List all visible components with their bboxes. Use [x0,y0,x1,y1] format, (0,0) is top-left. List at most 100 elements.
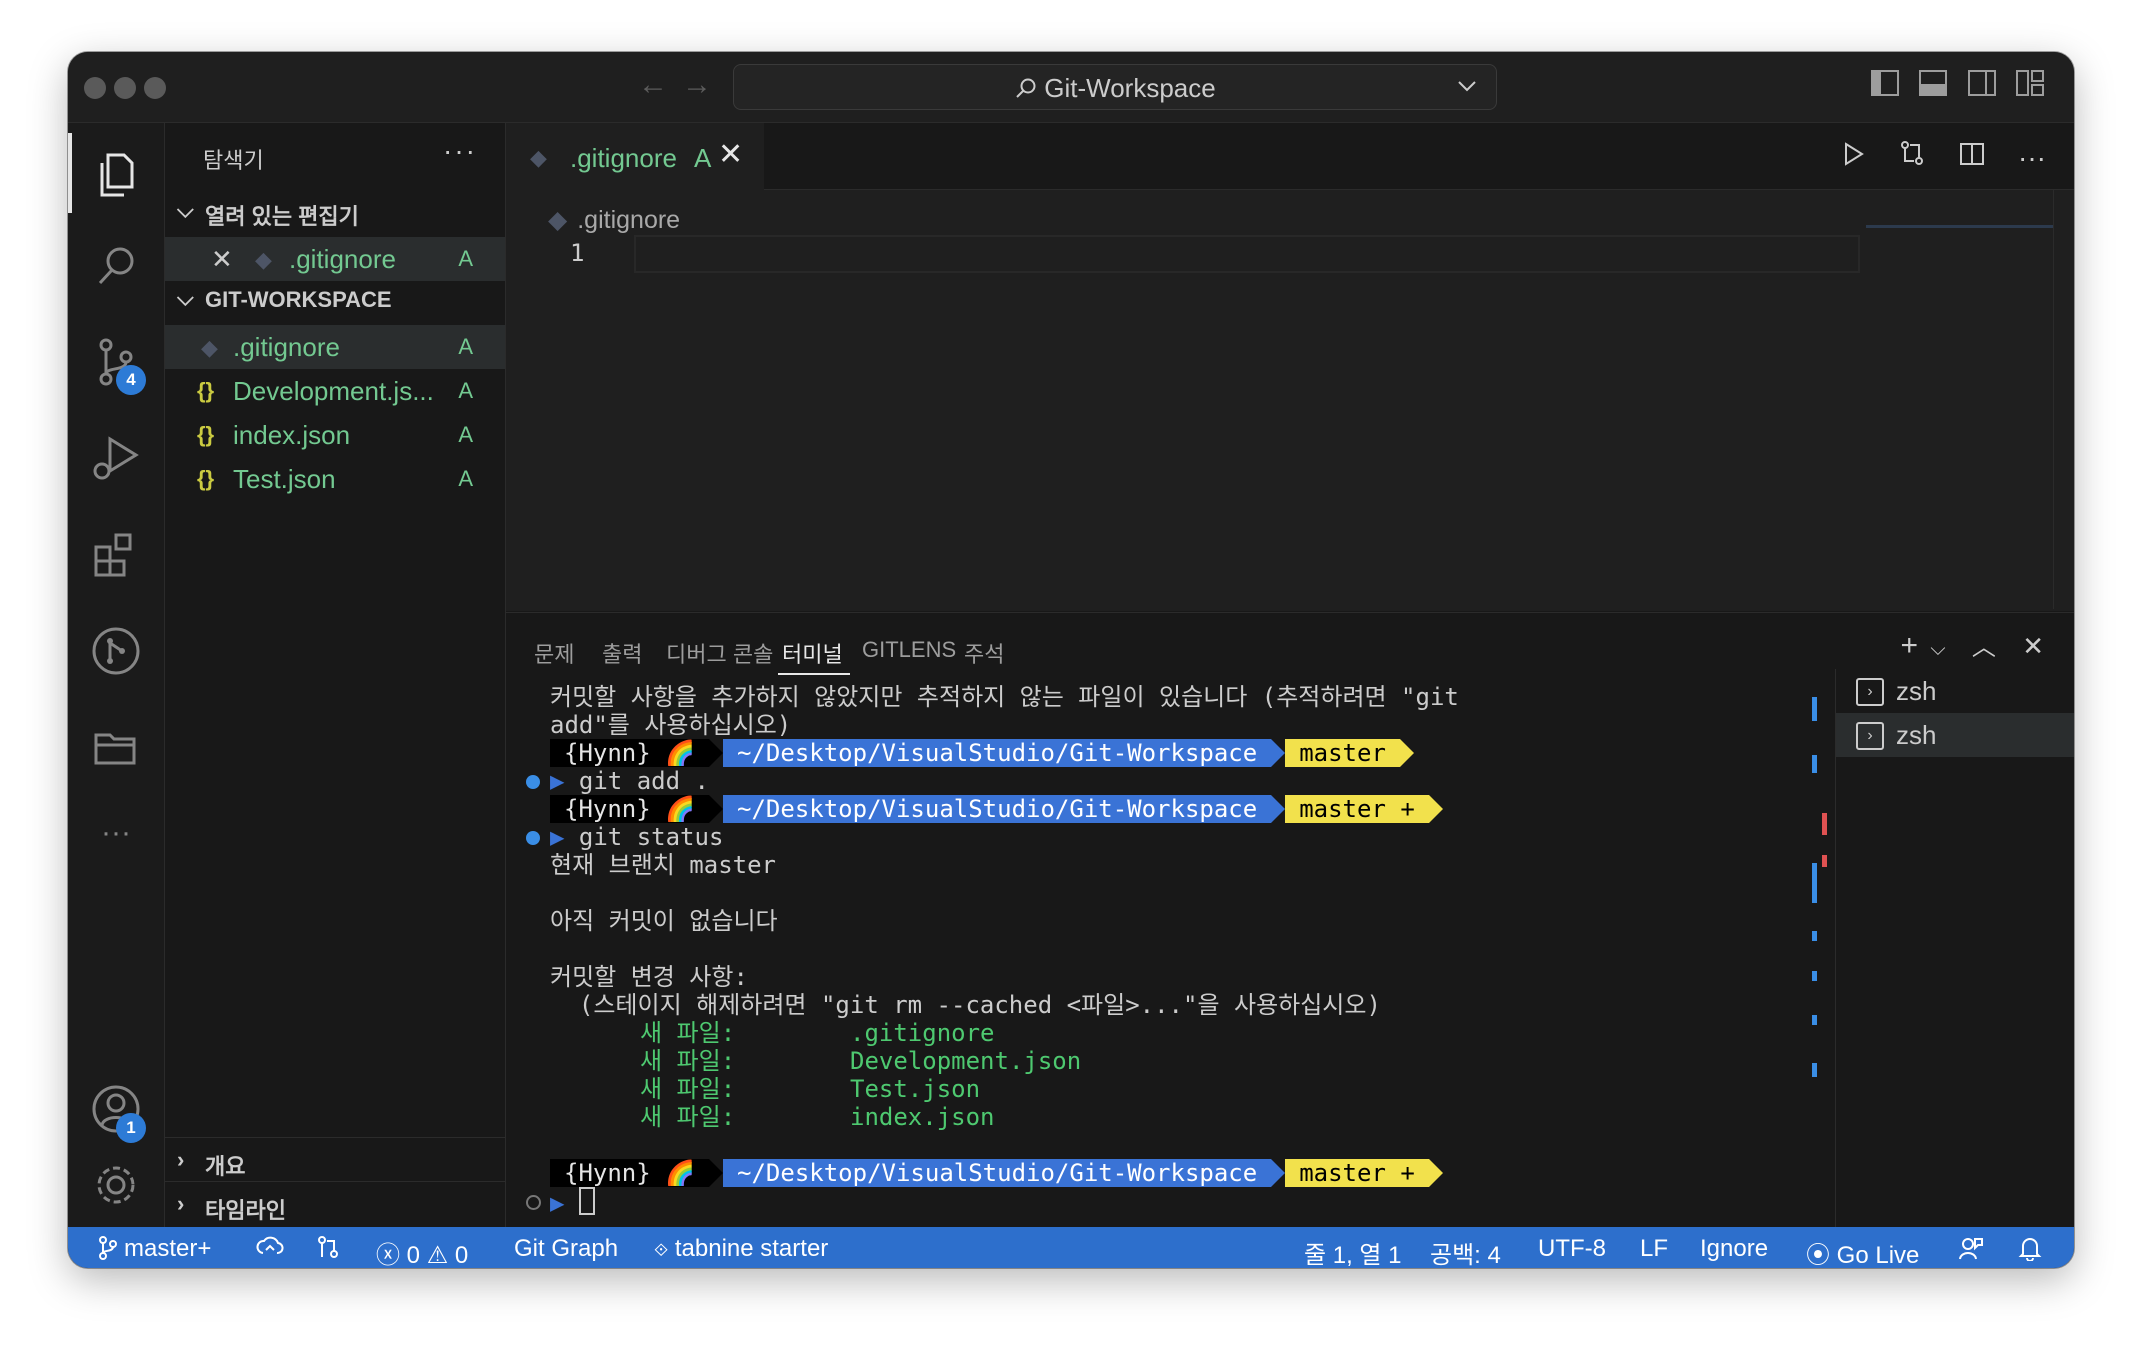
terminal-instance[interactable]: › zsh [1836,713,2074,757]
tab-output[interactable]: 출력 [602,637,642,669]
zoom-window-button[interactable] [144,77,166,99]
terminal-prompt: {Hynn} 🌈 ~/Desktop/VisualStudio/Git-Works… [550,795,1443,823]
tab-gitlens[interactable]: GITLENS [862,637,956,663]
command-center-search[interactable]: Git-Workspace [733,64,1497,110]
terminal-input-line[interactable]: ▶ [526,1187,595,1217]
tab-comments[interactable]: 주석 [964,637,1004,669]
scm-badge: 4 [116,365,146,395]
explorer-icon[interactable] [86,143,146,203]
minimize-window-button[interactable] [114,77,136,99]
prompt-user: {Hynn} 🌈 [550,739,710,767]
prompt-user: {Hynn} 🌈 [550,1159,710,1187]
tabnine-status[interactable]: ⟐ tabnine starter [654,1235,828,1263]
forward-arrow-icon[interactable]: → [682,68,712,102]
open-editor-item[interactable]: ✕ ◆ .gitignore A [165,237,505,281]
project-manager-icon[interactable] [86,717,146,777]
ignore-button[interactable]: Ignore [1700,1235,1768,1263]
file-row[interactable]: {} index.json A [165,413,505,457]
minimap-slider[interactable] [1866,225,2054,228]
open-editor-name: .gitignore [289,244,396,274]
scroll-marker [1812,931,1817,941]
new-file-name: index.json [850,1103,995,1131]
more-actions-icon[interactable]: ··· [2014,142,2050,174]
command-text: git status [578,823,724,851]
json-file-icon: {} [197,422,215,447]
title-bar: ← → Git-Workspace [68,52,2074,123]
branch-status[interactable]: master+ [98,1235,211,1263]
source-control-icon[interactable]: 4 [86,333,146,395]
search-icon[interactable] [86,237,146,297]
settings-gear-icon[interactable] [86,1155,146,1215]
explorer-title: 탐색기 [203,148,264,173]
open-changes-icon[interactable] [1894,139,1930,174]
maximize-panel-icon[interactable]: ︿ [1972,627,1996,662]
toggle-panel-icon[interactable] [1919,70,1948,96]
git-status-badge: A [458,422,473,447]
current-line-highlight[interactable] [634,235,1860,273]
git-branch-icon [99,1236,117,1260]
split-editor-icon[interactable] [1954,141,1990,174]
close-icon[interactable]: ✕ [211,244,233,275]
scroll-marker [1812,1063,1817,1077]
panel-actions: + ⌵ ︿ ✕ [1882,627,2044,663]
status-bar: master+ ⓧ 0 ⚠ 0 Git Graph ⟐ tabnine star… [68,1227,2074,1268]
file-row[interactable]: ◆ .gitignore A [165,325,505,369]
editor-group: ◆ .gitignore A ✕ ··· ◆ .gitignore 1 [506,123,2074,611]
timeline-section[interactable]: › 타임라인 [165,1187,505,1225]
command-decoration-icon[interactable] [526,1195,541,1210]
timeline-label: 타임라인 [205,1198,286,1223]
chevron-right-icon: › [177,1147,185,1172]
publish-icon[interactable] [256,1235,284,1266]
run-icon[interactable] [1835,141,1871,174]
command-decoration-icon[interactable] [526,775,540,789]
feedback-icon[interactable] [1958,1235,1984,1268]
run-debug-icon[interactable] [86,429,146,489]
tab-terminal[interactable]: 터미널 [782,637,843,669]
terminal-line: 커밋할 변경 사항: [550,963,748,991]
back-arrow-icon[interactable]: ← [638,68,668,102]
problems-status[interactable]: ⓧ 0 ⚠ 0 [376,1235,468,1268]
customize-layout-icon[interactable] [2016,70,2044,96]
file-row[interactable]: {} Test.json A [165,457,505,501]
editor-tab[interactable]: ◆ .gitignore A ✕ [506,123,764,191]
open-editors-section[interactable]: ⌵ 열려 있는 편집기 [165,193,505,231]
new-file-label: 새 파일: [640,1019,736,1047]
terminal-line: (스테이지 해제하려면 "git rm --cached <파일>..."을 사… [550,991,1381,1019]
prompt-path: ~/Desktop/VisualStudio/Git-Workspace [723,1159,1272,1187]
new-terminal-icon[interactable]: + [1900,629,1918,663]
json-file-icon: {} [197,378,215,403]
toggle-secondary-sidebar-icon[interactable] [1967,70,1996,96]
notifications-bell-icon[interactable] [2018,1235,2042,1268]
tab-debug-console[interactable]: 디버그 콘솔 [666,637,773,669]
breadcrumb[interactable]: ◆ .gitignore [548,205,680,235]
git-compare-icon[interactable] [316,1235,340,1266]
cursor-position[interactable]: 줄 1, 열 1 [1304,1235,1402,1268]
terminal-prompt: {Hynn} 🌈 ~/Desktop/VisualStudio/Git-Works… [550,1159,1443,1187]
git-file-icon: ◆ [201,335,218,360]
chevron-down-icon[interactable]: ⌵ [1930,638,1945,661]
accounts-icon[interactable]: 1 [86,1079,146,1143]
command-decoration-icon[interactable] [526,831,540,845]
workspace-section[interactable]: ⌵ GIT-WORKSPACE [165,281,505,319]
git-graph-icon[interactable] [86,621,146,681]
file-row[interactable]: {} Development.js... A [165,369,505,413]
more-views-icon[interactable]: ··· [86,813,146,873]
explorer-more-button[interactable]: ··· [443,135,477,167]
outline-section[interactable]: › 개요 [165,1143,505,1181]
terminal-icon: › [1856,678,1884,706]
git-graph-button[interactable]: Git Graph [514,1235,618,1263]
terminal-instance[interactable]: › zsh [1836,669,2074,713]
extensions-icon[interactable] [86,525,146,585]
tab-problems[interactable]: 문제 [534,637,574,669]
toggle-primary-sidebar-icon[interactable] [1870,70,1899,96]
indentation[interactable]: 공백: 4 [1430,1235,1501,1268]
go-live-button[interactable]: ⦿ Go Live [1806,1235,1919,1268]
close-panel-icon[interactable]: ✕ [2022,631,2044,662]
active-tab-underline [778,673,850,675]
close-window-button[interactable] [84,77,106,99]
editor-scrollbar[interactable] [2053,189,2054,609]
section-divider [165,1181,505,1182]
end-of-line[interactable]: LF [1640,1235,1668,1263]
close-tab-icon[interactable]: ✕ [718,137,743,172]
encoding[interactable]: UTF-8 [1538,1235,1606,1263]
